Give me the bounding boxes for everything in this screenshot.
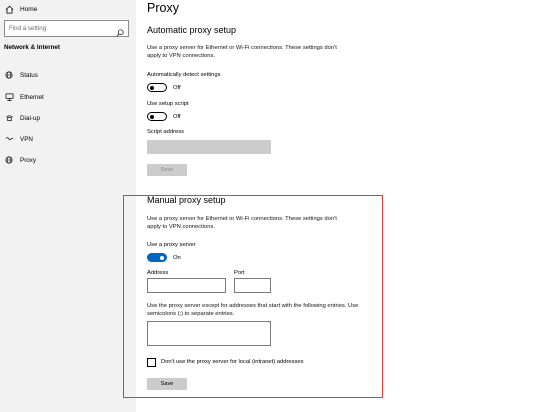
toggle-knob [150, 114, 154, 119]
sidebar-item-proxy[interactable]: Proxy [4, 154, 36, 166]
sidebar-item-status[interactable]: Status [4, 69, 38, 81]
setup-script-toggle[interactable] [147, 112, 167, 121]
sidebar-item-label: Status [20, 71, 38, 79]
auto-detect-label: Automatically detect settings [147, 72, 221, 78]
ethernet-icon [4, 92, 14, 102]
auto-detect-toggle[interactable] [147, 83, 167, 92]
search-box[interactable] [4, 20, 129, 37]
nav-home[interactable]: Home [4, 3, 37, 15]
script-address-label: Script address [147, 129, 185, 135]
setup-script-label: Use setup script [147, 101, 189, 107]
section-title: Network & Internet [4, 44, 60, 51]
globe-icon [4, 155, 14, 165]
highlight-box [123, 195, 383, 398]
sidebar-item-label: Ethernet [20, 93, 44, 101]
search-input[interactable] [9, 25, 114, 32]
globe-icon [4, 70, 14, 80]
auto-proxy-heading: Automatic proxy setup [147, 25, 237, 35]
sidebar-item-ethernet[interactable]: Ethernet [4, 91, 44, 103]
sidebar-item-vpn[interactable]: VPN [4, 133, 33, 145]
sidebar: Home Network & Internet Status Ethernet … [0, 0, 136, 412]
search-icon[interactable] [116, 24, 125, 37]
setup-script-state: Off [173, 114, 181, 120]
sidebar-item-label: Proxy [20, 156, 37, 164]
vpn-icon [4, 134, 14, 144]
toggle-knob [150, 85, 154, 90]
auto-proxy-description: Use a proxy server for Ethernet or Wi-Fi… [147, 45, 337, 59]
script-address-input[interactable] [147, 140, 271, 154]
auto-save-button[interactable]: Save [147, 164, 187, 176]
sidebar-item-label: Dial-up [20, 114, 40, 122]
auto-detect-state: Off [173, 85, 181, 91]
home-icon [4, 4, 14, 14]
sidebar-item-label: VPN [20, 135, 33, 143]
dialup-icon [4, 113, 14, 123]
nav-home-label: Home [20, 5, 38, 13]
sidebar-item-dialup[interactable]: Dial-up [4, 112, 40, 124]
page-title: Proxy [147, 1, 179, 15]
